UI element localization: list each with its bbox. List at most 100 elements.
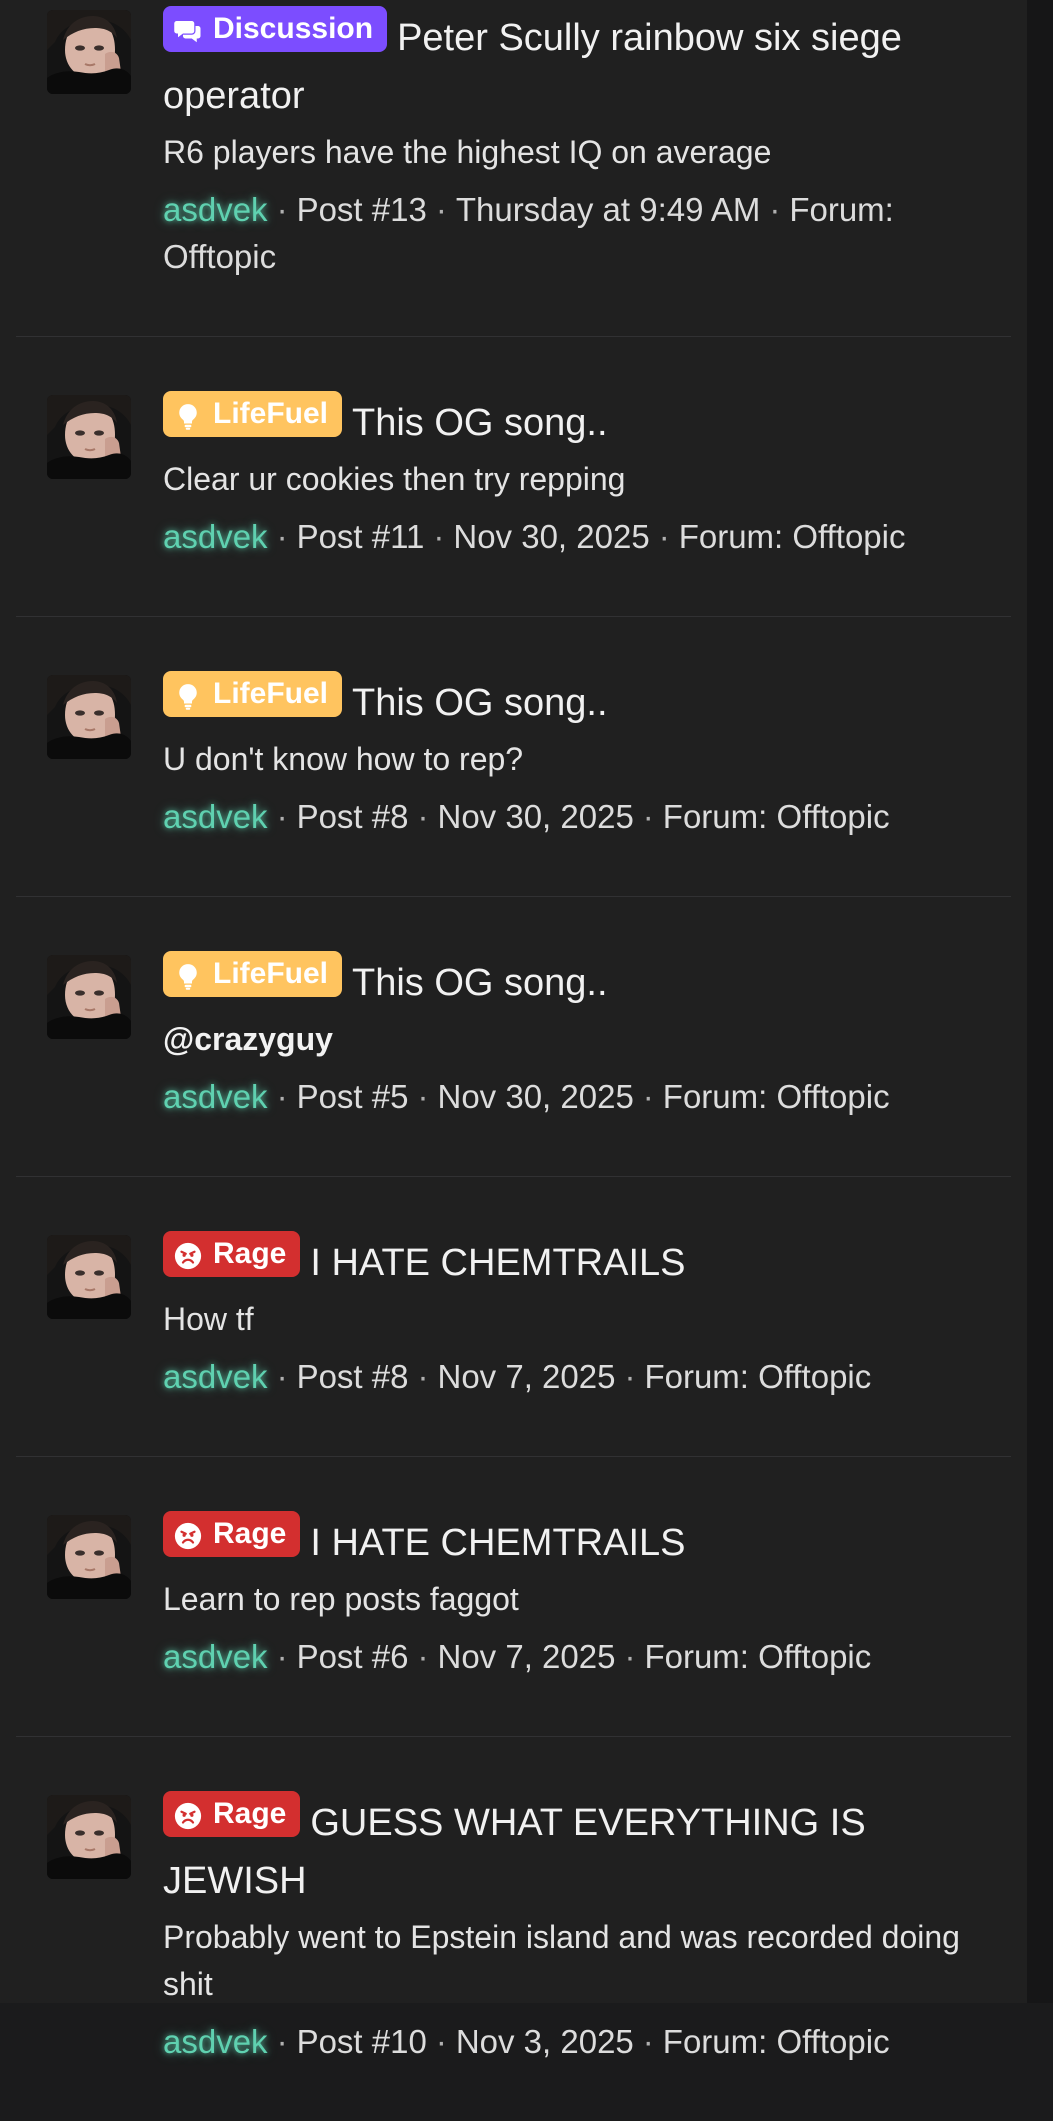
avatar[interactable] bbox=[47, 1515, 131, 1599]
meta-separator: · bbox=[624, 1638, 636, 1675]
meta-separator: · bbox=[642, 798, 654, 835]
thread-title[interactable]: This OG song.. bbox=[352, 682, 608, 724]
result-title[interactable]: Rage I HATE CHEMTRAILS bbox=[163, 1231, 991, 1292]
search-result-item[interactable]: LifeFuel This OG song.. U don't know how … bbox=[16, 617, 1011, 897]
result-content: LifeFuel This OG song.. U don't know how … bbox=[163, 671, 1011, 840]
thread-title[interactable]: I HATE CHEMTRAILS bbox=[310, 1522, 685, 1564]
post-snippet[interactable]: @crazyguy bbox=[163, 1016, 991, 1063]
result-title[interactable]: Rage I HATE CHEMTRAILS bbox=[163, 1511, 991, 1572]
search-result-item[interactable]: Rage I HATE CHEMTRAILS Learn to rep posts… bbox=[16, 1457, 1011, 1737]
forum-link[interactable]: Forum: Offtopic bbox=[679, 518, 906, 555]
username-link[interactable]: asdvek bbox=[163, 1638, 268, 1675]
post-snippet[interactable]: U don't know how to rep? bbox=[163, 736, 991, 783]
angry-face-icon bbox=[173, 1799, 203, 1830]
lightbulb-icon bbox=[173, 399, 203, 430]
post-number[interactable]: Post #5 bbox=[297, 1078, 409, 1115]
speech-bubbles-icon bbox=[173, 14, 203, 44]
prefix-label: LifeFuel bbox=[213, 397, 329, 430]
result-meta: asdvek · Post #6 · Nov 7, 2025 · Forum: Offtop… bbox=[163, 1633, 991, 1680]
username-link[interactable]: asdvek bbox=[163, 2023, 268, 2060]
prefix-badge: LifeFuel bbox=[163, 951, 343, 997]
result-meta: asdvek · Post #11 · Nov 30, 2025 · Forum: Offt… bbox=[163, 513, 991, 560]
prefix-label: Rage bbox=[213, 1797, 287, 1830]
meta-separator: · bbox=[417, 1358, 429, 1395]
thread-title[interactable]: I HATE CHEMTRAILS bbox=[310, 1242, 685, 1284]
user-mention[interactable]: @crazyguy bbox=[163, 1021, 333, 1057]
meta-separator: · bbox=[417, 798, 429, 835]
lightbulb-icon bbox=[173, 679, 203, 710]
avatar[interactable] bbox=[47, 955, 131, 1039]
post-snippet[interactable]: Probably went to Epstein island and was … bbox=[163, 1914, 991, 2008]
meta-separator: · bbox=[433, 518, 445, 555]
result-title[interactable]: LifeFuel This OG song.. bbox=[163, 951, 991, 1012]
meta-separator: · bbox=[276, 1638, 288, 1675]
result-title[interactable]: LifeFuel This OG song.. bbox=[163, 391, 991, 452]
meta-separator: · bbox=[769, 191, 781, 228]
username-link[interactable]: asdvek bbox=[163, 518, 268, 555]
prefix-label: Discussion bbox=[213, 12, 374, 45]
post-date: Nov 3, 2025 bbox=[455, 2023, 634, 2060]
post-snippet[interactable]: Clear ur cookies then try repping bbox=[163, 456, 991, 503]
prefix-badge: Rage bbox=[163, 1511, 301, 1557]
username-link[interactable]: asdvek bbox=[163, 191, 268, 228]
post-number[interactable]: Post #10 bbox=[297, 2023, 427, 2060]
thread-title[interactable]: This OG song.. bbox=[352, 402, 608, 444]
post-date: Nov 7, 2025 bbox=[437, 1638, 616, 1675]
meta-separator: · bbox=[435, 191, 447, 228]
avatar[interactable] bbox=[47, 675, 131, 759]
meta-separator: · bbox=[417, 1078, 429, 1115]
forum-link[interactable]: Forum: Offtopic bbox=[644, 1638, 871, 1675]
post-number[interactable]: Post #8 bbox=[297, 1358, 409, 1395]
search-result-item[interactable]: LifeFuel This OG song.. @crazyguy asdvek ·… bbox=[16, 897, 1011, 1177]
avatar[interactable] bbox=[47, 10, 131, 94]
thread-title[interactable]: This OG song.. bbox=[352, 962, 608, 1004]
forum-link[interactable]: Forum: Offtopic bbox=[663, 1078, 890, 1115]
prefix-label: Rage bbox=[213, 1517, 287, 1550]
result-content: LifeFuel This OG song.. @crazyguy asdvek ·… bbox=[163, 951, 1011, 1120]
post-number[interactable]: Post #8 bbox=[297, 798, 409, 835]
search-result-item[interactable]: Discussion Peter Scully rainbow six siege… bbox=[16, 0, 1011, 337]
search-results-list: Discussion Peter Scully rainbow six siege… bbox=[16, 0, 1011, 2121]
meta-separator: · bbox=[624, 1358, 636, 1395]
prefix-label: LifeFuel bbox=[213, 957, 329, 990]
post-snippet[interactable]: R6 players have the highest IQ on averag… bbox=[163, 129, 991, 176]
post-date: Nov 30, 2025 bbox=[437, 1078, 634, 1115]
post-number[interactable]: Post #11 bbox=[297, 518, 425, 555]
search-result-item[interactable]: LifeFuel This OG song.. Clear ur cookies … bbox=[16, 337, 1011, 617]
lightbulb-icon bbox=[173, 959, 203, 990]
result-title[interactable]: LifeFuel This OG song.. bbox=[163, 671, 991, 732]
result-content: Rage I HATE CHEMTRAILS How tf asdvek · Post… bbox=[163, 1231, 1011, 1400]
result-meta: asdvek · Post #8 · Nov 30, 2025 · Forum: Offto… bbox=[163, 793, 991, 840]
username-link[interactable]: asdvek bbox=[163, 1358, 268, 1395]
search-result-item[interactable]: Rage GUESS WHAT EVERYTHING IS JEWISH Prob… bbox=[16, 1737, 1011, 2121]
result-content: Rage I HATE CHEMTRAILS Learn to rep posts… bbox=[163, 1511, 1011, 1680]
username-link[interactable]: asdvek bbox=[163, 1078, 268, 1115]
avatar[interactable] bbox=[47, 1795, 131, 1879]
meta-separator: · bbox=[642, 1078, 654, 1115]
forum-link[interactable]: Forum: Offtopic bbox=[644, 1358, 871, 1395]
username-link[interactable]: asdvek bbox=[163, 798, 268, 835]
avatar[interactable] bbox=[47, 1235, 131, 1319]
result-meta: asdvek · Post #10 · Nov 3, 2025 · Forum: Offto… bbox=[163, 2018, 991, 2065]
avatar[interactable] bbox=[47, 395, 131, 479]
post-date: Nov 7, 2025 bbox=[437, 1358, 616, 1395]
post-snippet[interactable]: How tf bbox=[163, 1296, 991, 1343]
result-meta: asdvek · Post #13 · Thursday at 9:49 AM · Foru… bbox=[163, 186, 991, 280]
meta-separator: · bbox=[276, 1358, 288, 1395]
meta-separator: · bbox=[435, 2023, 447, 2060]
prefix-badge: Rage bbox=[163, 1791, 301, 1837]
forum-link[interactable]: Forum: Offtopic bbox=[663, 798, 890, 835]
post-number[interactable]: Post #13 bbox=[297, 191, 427, 228]
angry-face-icon bbox=[173, 1239, 203, 1270]
search-result-item[interactable]: Rage I HATE CHEMTRAILS How tf asdvek · Post… bbox=[16, 1177, 1011, 1457]
result-content: Rage GUESS WHAT EVERYTHING IS JEWISH Prob… bbox=[163, 1791, 1011, 2065]
meta-separator: · bbox=[417, 1638, 429, 1675]
scrollbar-track[interactable] bbox=[1027, 0, 1053, 2003]
result-content: LifeFuel This OG song.. Clear ur cookies … bbox=[163, 391, 1011, 560]
result-title[interactable]: Discussion Peter Scully rainbow six siege… bbox=[163, 6, 991, 125]
result-title[interactable]: Rage GUESS WHAT EVERYTHING IS JEWISH bbox=[163, 1791, 991, 1910]
forum-link[interactable]: Forum: Offtopic bbox=[663, 2023, 890, 2060]
post-number[interactable]: Post #6 bbox=[297, 1638, 409, 1675]
result-meta: asdvek · Post #8 · Nov 7, 2025 · Forum: Offtop… bbox=[163, 1353, 991, 1400]
post-snippet[interactable]: Learn to rep posts faggot bbox=[163, 1576, 991, 1623]
